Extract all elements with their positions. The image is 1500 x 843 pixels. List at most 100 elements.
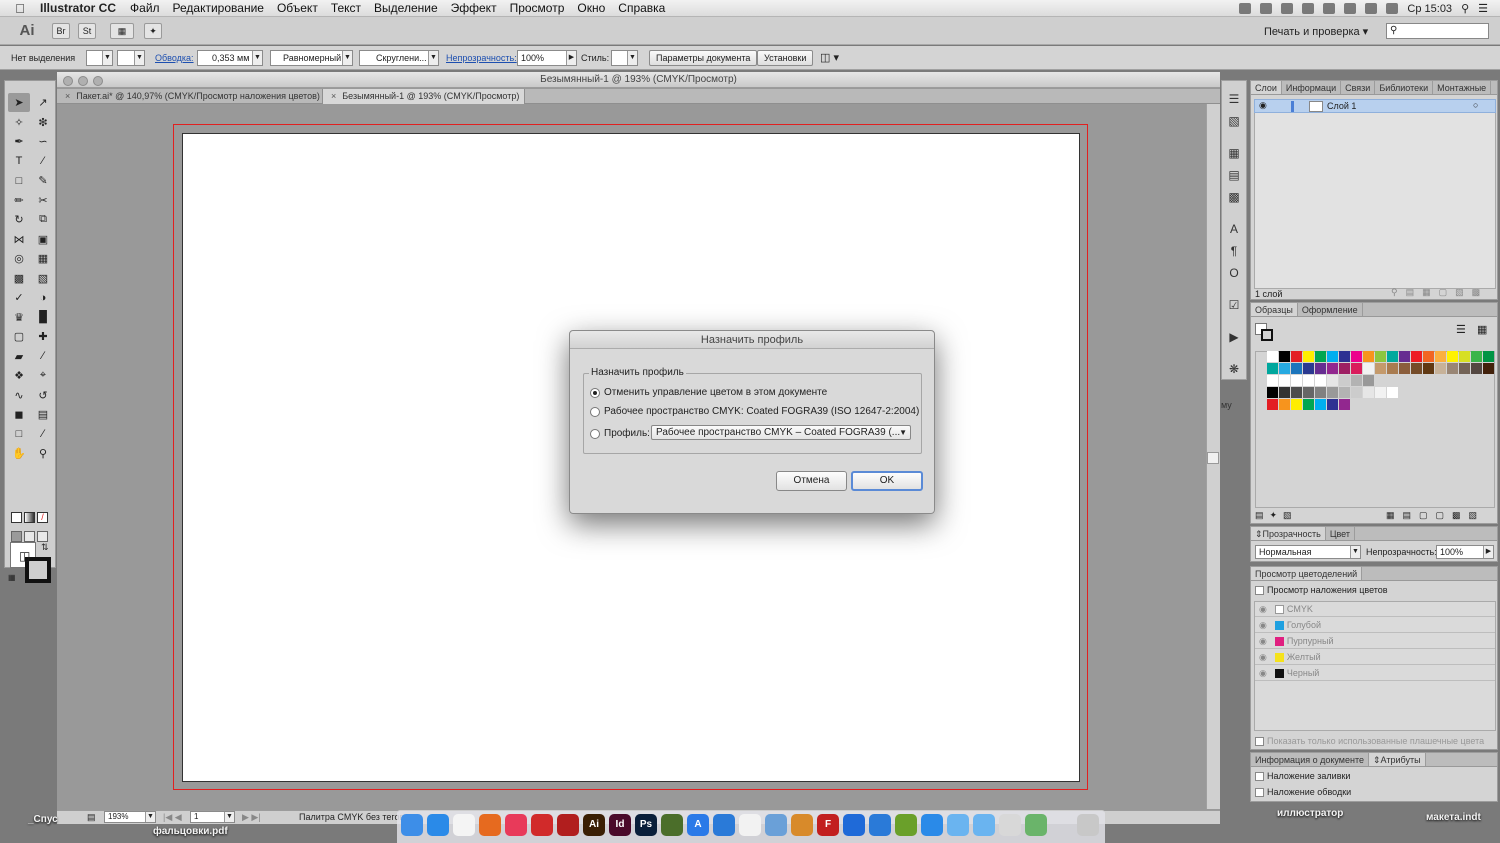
rectangle-tool-icon[interactable]: □ (8, 171, 30, 190)
color-swatch[interactable] (1471, 363, 1482, 374)
flag-icon[interactable] (1386, 3, 1399, 14)
bridge-app-icon[interactable] (661, 814, 683, 836)
layer-name[interactable]: Слой 1 (1327, 101, 1356, 111)
color-swatch[interactable] (1435, 351, 1446, 362)
measure-tool-icon[interactable]: ∕ (32, 425, 54, 444)
installer-icon[interactable] (999, 814, 1021, 836)
puppet-warp-tool-icon[interactable]: ❖ (8, 366, 30, 385)
color-swatch[interactable] (1483, 363, 1494, 374)
eye-icon[interactable]: ◉ (1259, 620, 1267, 630)
firefox-icon[interactable] (479, 814, 501, 836)
checkbox[interactable] (1255, 737, 1264, 747)
teamviewer2-icon[interactable] (921, 814, 943, 836)
color-swatch[interactable] (1447, 363, 1458, 374)
dropbox-icon[interactable] (1260, 3, 1273, 14)
scale-tool-icon[interactable]: ⧉ (32, 210, 54, 229)
spotlight-icon[interactable]: ⚲ (1461, 2, 1469, 15)
gradient-tool-icon[interactable]: ▧ (32, 269, 54, 288)
color-swatch[interactable] (1291, 399, 1302, 410)
rotate-tool-icon[interactable]: ↻ (8, 210, 30, 229)
pathfinder-panel-icon[interactable]: ▩ (1226, 189, 1242, 205)
appstore-icon[interactable]: A (687, 814, 709, 836)
calendar-icon[interactable] (453, 814, 475, 836)
menu-view[interactable]: Просмотр (510, 1, 565, 15)
menu-type[interactable]: Текст (331, 1, 361, 15)
default-colors-icon[interactable]: ▦ (8, 573, 16, 582)
itunes-icon[interactable] (505, 814, 527, 836)
gradient-mode-icon[interactable] (24, 512, 35, 523)
option-working-cmyk[interactable]: Рабочее пространство CMYK: Coated FOGRA3… (590, 406, 919, 417)
color-swatch[interactable] (1399, 351, 1410, 362)
align-panel-icon[interactable]: ▤ (1226, 167, 1242, 183)
opacity-link[interactable]: Непрозрачность: (446, 50, 517, 66)
color-swatch[interactable] (1351, 387, 1362, 398)
desktop-file-label[interactable]: фальцовки.pdf (153, 826, 228, 837)
variable-width-profile[interactable]: Равномерный ▼ (270, 50, 353, 66)
color-swatch[interactable] (1315, 387, 1326, 398)
plate-row[interactable]: ◉ Голубой (1255, 617, 1495, 633)
print-tiling-tool-icon[interactable]: □ (8, 425, 30, 444)
folder-icon[interactable] (947, 814, 969, 836)
close-window-icon[interactable] (63, 76, 73, 86)
acrobat-icon[interactable] (531, 814, 553, 836)
color-swatch[interactable] (1315, 399, 1326, 410)
target-icon[interactable]: ○ (1473, 100, 1478, 110)
color-swatch[interactable] (1363, 375, 1374, 386)
safari-icon[interactable] (427, 814, 449, 836)
checkbox[interactable] (1255, 772, 1264, 782)
grid-view-icon[interactable]: ▦ (1477, 323, 1487, 336)
color-swatch[interactable] (1267, 351, 1278, 362)
color-swatch[interactable] (1339, 375, 1350, 386)
acrobat-pro-icon[interactable] (557, 814, 579, 836)
swatch-stroke[interactable] (1261, 329, 1273, 341)
tab-color[interactable]: Цвет (1326, 527, 1356, 540)
artboard-tool-icon[interactable]: ▢ (8, 327, 30, 346)
onedrive-icon[interactable] (869, 814, 891, 836)
eye-icon[interactable]: ◉ (1259, 636, 1267, 646)
twirl-tool-icon[interactable]: ↺ (32, 386, 54, 405)
color-swatch[interactable] (1387, 387, 1398, 398)
first-artboard-icon[interactable]: |◀ ◀ (163, 812, 182, 823)
color-swatch[interactable] (1279, 387, 1290, 398)
color-swatch[interactable] (1387, 363, 1398, 374)
draw-behind-icon[interactable] (24, 531, 35, 542)
radio-button[interactable] (590, 428, 600, 439)
preview-icon[interactable] (765, 814, 787, 836)
draw-inside-icon[interactable] (37, 531, 48, 542)
color-swatch[interactable] (1411, 363, 1422, 374)
bluetooth-icon[interactable] (1302, 3, 1315, 14)
mesh-tool-icon[interactable]: ▩ (8, 269, 30, 288)
hand-tool-icon[interactable]: ✋ (8, 444, 30, 463)
actions-play-icon[interactable]: ▶ (1226, 329, 1242, 345)
plate-row[interactable]: ◉ Черный (1255, 665, 1495, 681)
color-swatch[interactable] (1375, 351, 1386, 362)
status-text[interactable]: Палитра CMYK без тегов (299, 812, 404, 822)
color-swatch[interactable] (1327, 363, 1338, 374)
scroll-thumb[interactable] (1207, 452, 1219, 464)
close-tab-icon[interactable]: × (331, 89, 336, 104)
tray-icon[interactable] (1239, 3, 1252, 14)
menu-select[interactable]: Выделение (374, 1, 438, 15)
color-swatch[interactable] (1327, 351, 1338, 362)
tab-package[interactable]: × Пакет.ai* @ 140,97% (CMYK/Просмотр нало… (57, 89, 323, 104)
tab-artboards[interactable]: Монтажные (1433, 81, 1492, 94)
layer-footer-icons[interactable]: ⚲▤▦▢▧▩ (1391, 287, 1488, 298)
symbols-panel-icon[interactable]: ❋ (1226, 361, 1242, 377)
color-swatch[interactable] (1483, 351, 1494, 362)
knife-tool-icon[interactable]: ∕ (32, 347, 54, 366)
swap-fill-stroke-icon[interactable]: ⇅ (41, 542, 49, 553)
show-used-spot-checkbox[interactable]: Показать только использованные плашечные… (1255, 736, 1484, 747)
tab-transparency[interactable]: ⇕Прозрачность (1251, 527, 1326, 540)
graphic-style-dropdown[interactable]: ▼ (611, 50, 638, 66)
next-artboard-icon[interactable]: ▶ ▶| (242, 812, 261, 823)
color-swatch[interactable] (1459, 363, 1470, 374)
color-swatch[interactable] (1351, 351, 1362, 362)
blend-mode-dropdown[interactable]: Нормальная ▼ (1255, 545, 1361, 559)
color-swatch[interactable] (1303, 363, 1314, 374)
color-swatch[interactable] (1315, 375, 1326, 386)
menu-object[interactable]: Объект (277, 1, 318, 15)
tab-appearance[interactable]: Оформление (1298, 303, 1363, 316)
line-tool-icon[interactable]: ⁄ (32, 152, 54, 171)
tab-attributes[interactable]: ⇕Атрибуты (1369, 753, 1426, 766)
color-swatch[interactable] (1267, 375, 1278, 386)
